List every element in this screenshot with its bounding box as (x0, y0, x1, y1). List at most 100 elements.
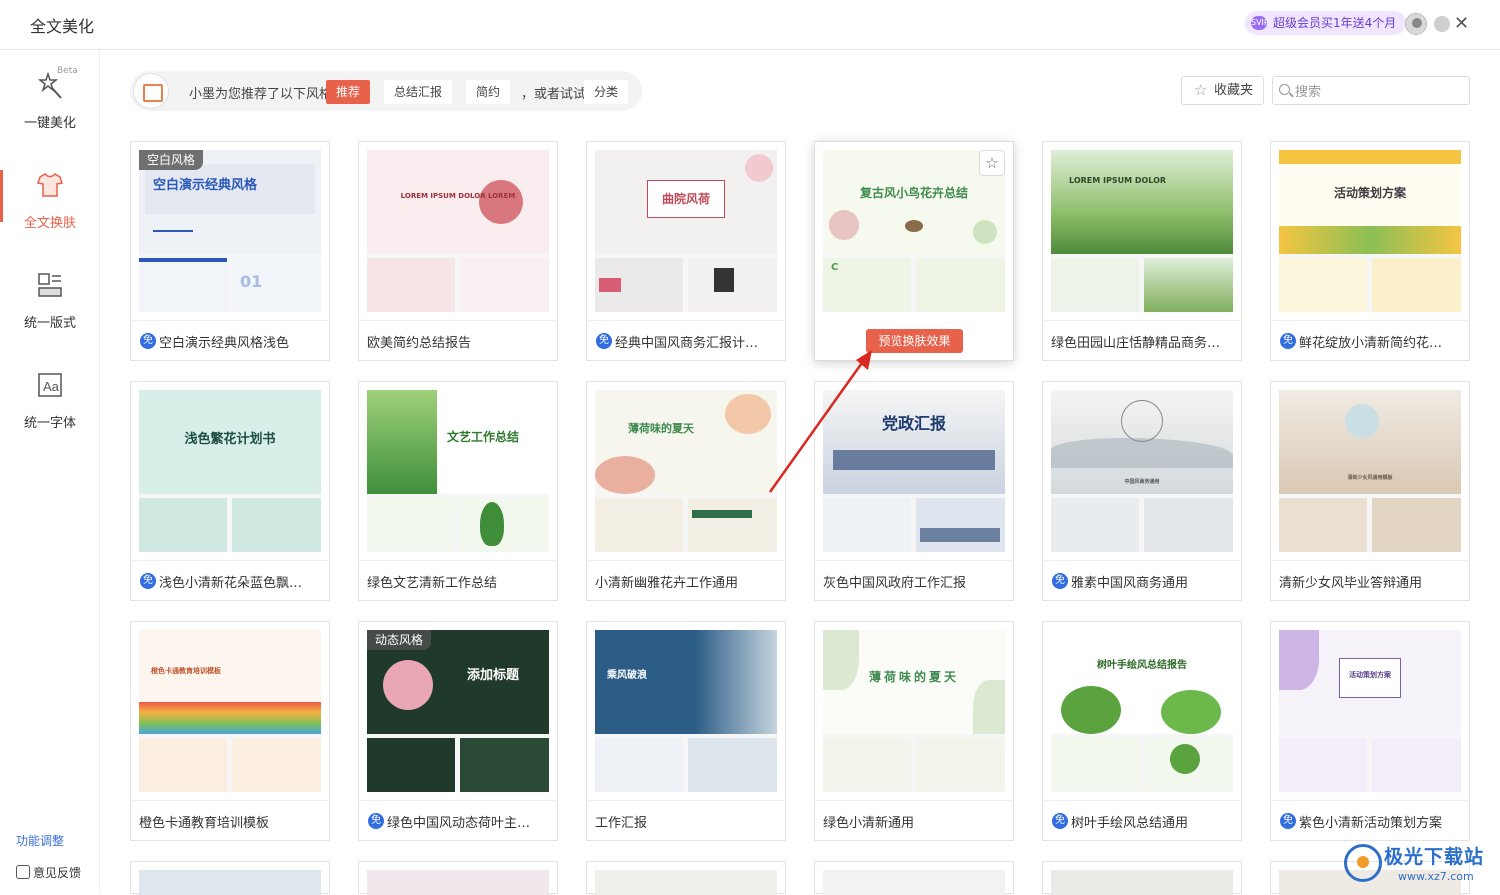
watermark-logo-icon (1344, 844, 1382, 882)
thumbnail-title: 空白演示经典风格 (153, 178, 258, 193)
search-box[interactable] (1272, 76, 1470, 105)
template-card[interactable]: 活动策划方案 免 鲜花绽放小清新简约花… (1270, 141, 1471, 361)
template-thumbnail: 空白风格 空白演示经典风格 01 (139, 150, 321, 312)
sidebar-item-label: 统一字体 (23, 416, 76, 431)
template-card[interactable] (1042, 861, 1242, 895)
thumbnail-title: 党政汇报 (881, 414, 946, 433)
avatar[interactable] (1405, 13, 1427, 35)
layout-icon (38, 273, 62, 297)
template-card[interactable]: LOREM IPSUM DOLOR LOREM 欧美简约总结报告 (358, 141, 559, 361)
template-title: 清新少女风毕业答辩通用 (1279, 576, 1423, 591)
feedback-icon (16, 865, 30, 879)
star-icon[interactable]: ☆ (979, 150, 1005, 176)
beta-label: Beta (57, 66, 78, 76)
thumbnail-title: LOREM IPSUM DOLOR (1069, 176, 1167, 185)
thumbnail-title: 活动策划方案 (1333, 186, 1406, 200)
template-card[interactable]: 乘风破浪 工作汇报 (586, 621, 787, 841)
template-card[interactable]: 薄荷味的夏天 小清新幽雅花卉工作通用 (586, 381, 787, 601)
feedback-link[interactable]: 意见反馈 (16, 864, 81, 881)
free-badge: 免 (1052, 573, 1068, 589)
template-card[interactable]: 党政汇报 灰色中国风政府工作汇报 (814, 381, 1015, 601)
thumbnail-title: 活动策划方案 (1349, 671, 1391, 679)
thumbnail-title: LOREM IPSUM DOLOR LOREM (400, 192, 516, 200)
template-card[interactable]: 薄荷味的夏天 绿色小清新通用 (814, 621, 1015, 841)
chip-recommended[interactable]: 推荐 (326, 80, 371, 104)
template-card[interactable]: 活动策划方案 免 紫色小清新活动策划方案 (1270, 621, 1471, 841)
settings-icon[interactable] (1434, 16, 1450, 32)
template-card[interactable]: LOREM IPSUM DOLOR 绿色田园山庄恬静精品商务… (1042, 141, 1243, 361)
template-card[interactable] (586, 861, 786, 895)
template-thumbnail: 动态风格 添加标题 (367, 630, 549, 792)
template-title: 浅色小清新花朵蓝色飘… (159, 576, 303, 591)
sidebar-item-full-reskin[interactable]: 全文换肤 (0, 170, 100, 250)
function-adjust-link[interactable]: 功能调整 (16, 832, 64, 849)
sidebar: Beta 一键美化 全文换肤 统一版式 Aa 统一字体 功能调整 意见反馈 (0, 50, 100, 894)
recommendation-bar: 小墨为您推荐了以下风格 推荐 总结汇报 简约 ，或者试试 分类 (130, 71, 642, 111)
template-card[interactable]: 浅色繁花计划书 免 浅色小清新花朵蓝色飘… (130, 381, 331, 601)
favorites-button[interactable]: ☆ 收藏夹 (1181, 76, 1264, 105)
thumbnail-title: 清新少女风通用模板 (1347, 475, 1393, 481)
template-title: 灰色中国风政府工作汇报 (823, 576, 967, 591)
template-card[interactable]: 橙色卡通教育培训模板 橙色卡通教育培训模板 (130, 621, 331, 841)
template-title: 工作汇报 (595, 816, 648, 831)
template-thumbnail: 清新少女风通用模板 (1279, 390, 1461, 552)
template-thumbnail: 中国风商务通用 (1051, 390, 1233, 552)
sidebar-item-label: 一键美化 (23, 116, 76, 131)
feedback-label: 意见反馈 (33, 866, 82, 880)
template-card[interactable]: 曲院风荷 免 经典中国风商务汇报计… (586, 141, 787, 361)
template-title: 鲜花绽放小清新简约花… (1299, 336, 1443, 351)
template-thumbnail (1051, 870, 1233, 895)
template-card[interactable] (130, 861, 330, 895)
template-title: 雅素中国风商务通用 (1071, 576, 1189, 591)
template-thumbnail: 复古风小鸟花卉总结 C (823, 150, 1005, 312)
template-thumbnail: 浅色繁花计划书 (139, 390, 321, 552)
chip-summary-report[interactable]: 总结汇报 (384, 80, 453, 104)
sidebar-item-unify-layout[interactable]: 统一版式 (0, 270, 100, 350)
template-card[interactable] (358, 861, 558, 895)
vip-icon: SVIP (1251, 16, 1269, 30)
top-bar: 全文美化 SVIP 超级会员买1年送4个月 ✕ (0, 0, 1500, 50)
template-thumbnail: 文艺工作总结 (367, 390, 549, 552)
thumbnail-title: 中国风商务通用 (1124, 479, 1160, 485)
thumbnail-title: 文艺工作总结 (447, 430, 520, 444)
template-title: 树叶手绘风总结通用 (1071, 816, 1189, 831)
chip-simple[interactable]: 简约 (466, 80, 511, 104)
thumbnail-title: 薄荷味的夏天 (628, 422, 694, 435)
preview-reskin-button[interactable]: 预览换肤效果 (866, 329, 963, 353)
template-card[interactable]: 动态风格 添加标题 免 绿色中国风动态荷叶主… (358, 621, 559, 841)
thumbnail-title: 树叶手绘风总结报告 (1097, 660, 1187, 671)
vip-promo-badge[interactable]: SVIP 超级会员买1年送4个月 (1245, 11, 1407, 35)
sidebar-item-unify-font[interactable]: Aa 统一字体 (0, 370, 100, 450)
close-icon[interactable]: ✕ (1454, 14, 1469, 34)
sidebar-item-label: 统一版式 (23, 316, 76, 331)
template-card[interactable]: 空白风格 空白演示经典风格 01 免 空白演示经典风格浅色 (130, 141, 331, 361)
thumbnail-title: 添加标题 (467, 668, 520, 683)
watermark: 极光下载站 www.xz7.com (1340, 840, 1490, 890)
free-badge: 免 (140, 573, 156, 589)
svg-text:Aa: Aa (43, 379, 60, 394)
free-badge: 免 (140, 333, 156, 349)
template-card[interactable]: 树叶手绘风总结报告 免 树叶手绘风总结通用 (1042, 621, 1243, 841)
chip-category[interactable]: 分类 (584, 80, 629, 104)
tshirt-icon (37, 173, 63, 197)
template-thumbnail: LOREM IPSUM DOLOR (1051, 150, 1233, 312)
template-title: 绿色田园山庄恬静精品商务… (1051, 336, 1221, 351)
template-card[interactable]: 复古风小鸟花卉总结 C ☆ 预览换肤效果 (814, 141, 1014, 361)
thumbnail-title: 乘风破浪 (607, 670, 647, 681)
sidebar-item-one-click-beautify[interactable]: Beta 一键美化 (0, 66, 100, 150)
template-thumbnail (595, 870, 777, 895)
template-title: 绿色小清新通用 (823, 816, 915, 831)
template-thumbnail: 曲院风荷 (595, 150, 777, 312)
template-card[interactable]: 中国风商务通用 免 雅素中国风商务通用 (1042, 381, 1243, 601)
search-input[interactable] (1295, 81, 1465, 101)
template-title: 小清新幽雅花卉工作通用 (595, 576, 739, 591)
template-thumbnail: 薄荷味的夏天 (595, 390, 777, 552)
watermark-title: 极光下载站 (1384, 846, 1485, 868)
template-thumbnail: 薄荷味的夏天 (823, 630, 1005, 792)
template-title: 空白演示经典风格浅色 (159, 336, 290, 351)
template-card[interactable]: 文艺工作总结 绿色文艺清新工作总结 (358, 381, 559, 601)
template-card[interactable]: 清新少女风通用模板 清新少女风毕业答辩通用 (1270, 381, 1471, 601)
template-title: 绿色文艺清新工作总结 (367, 576, 498, 591)
style-tag: 动态风格 (367, 630, 432, 650)
template-card[interactable] (814, 861, 1014, 895)
